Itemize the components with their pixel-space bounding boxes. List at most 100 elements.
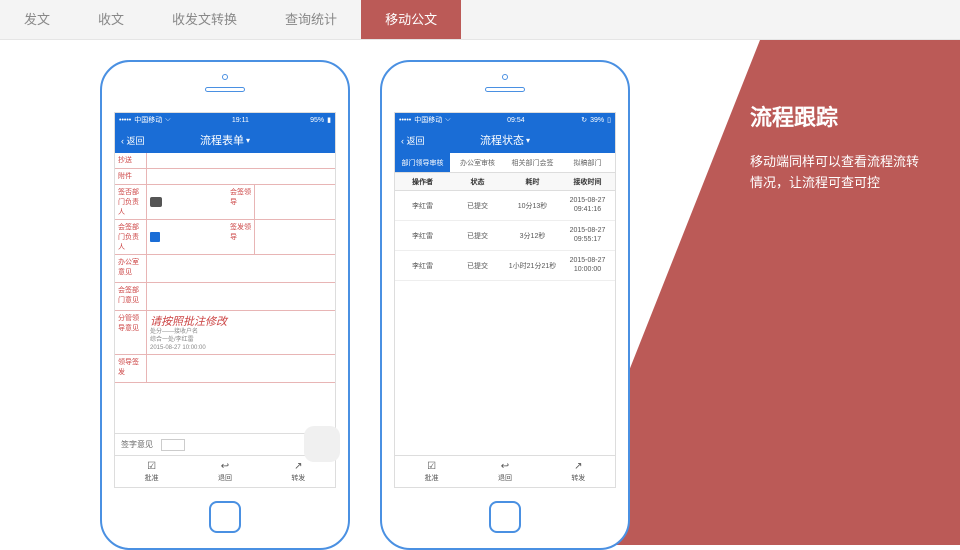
cell-st: 已提交 [450,221,505,250]
nav-header: ‹ 返回 流程状态 ▾ [395,127,615,153]
forward-button[interactable]: ↗转发 [291,461,305,483]
dropdown-icon[interactable] [150,197,162,207]
status-bar: ••••• 中国移动 ⌵ 09:54 ↻ 39% ▯ [395,113,615,127]
cell-attach[interactable] [147,169,335,184]
status-tab-cosign[interactable]: 相关部门会签 [505,153,560,173]
wifi-icon: ⌵ [165,116,170,124]
phone-mockups: ••••• 中国移动 ⌵ 19:11 95% ▮ ‹ 返回 流程表单 ▾ 抄送 … [100,60,630,550]
battery-icon: ▯ [607,116,611,124]
forward-button[interactable]: ↗转发 [571,461,585,483]
status-tab-office[interactable]: 办公室审核 [450,153,505,173]
home-button[interactable] [489,501,521,533]
nav-header: ‹ 返回 流程表单 ▾ [115,127,335,153]
cell-office[interactable] [147,255,335,282]
signal-icon: ••••• [399,117,411,124]
cell-st: 已提交 [450,191,505,220]
col-status: 状态 [450,173,505,190]
approve-button[interactable]: ☑批准 [145,461,159,483]
status-tab-draft[interactable]: 拟稿部门 [560,153,615,173]
label-cosign-opinion: 会签部门意见 [115,283,147,310]
tab-receive[interactable]: 收文 [74,0,148,39]
return-button[interactable]: ↩退回 [218,461,232,483]
tab-mobile[interactable]: 移动公文 [361,0,461,39]
bottom-bar: ☑批准 ↩退回 ↗转发 [395,455,615,487]
battery-pct: 95% [310,117,324,124]
table-row[interactable]: 李红雷 已提交 3分12秒 2015-08-2709:55:17 [395,221,615,251]
cell-st: 已提交 [450,251,505,280]
form-body[interactable]: 抄送 附件 签否部门负责人 会签领导 会签部门负责人 签发领导 办公室意见 会签… [115,153,335,433]
cell-leader-opinion[interactable]: 请按照批注修改 处分——接收户名 综合一处/李红雷 2015-08-27 10:… [147,311,335,354]
cell-cc[interactable] [147,153,335,168]
cell-op: 李红雷 [395,251,450,280]
return-icon: ↩ [501,461,509,472]
label-cosign-dept: 会签部门负责人 [115,220,147,254]
cell-issue-leader[interactable] [255,220,335,254]
assistive-touch-icon[interactable] [304,426,340,462]
label-leader-opinion: 分管领导意见 [115,311,147,354]
tab-query[interactable]: 查询统计 [261,0,361,39]
forward-label: 转发 [571,473,585,483]
handwriting-note: 请按照批注修改 [150,313,227,329]
sign-input[interactable] [161,439,185,451]
label-cc: 抄送 [115,153,147,168]
battery-pct: 39% [590,117,604,124]
cell-leader-issue[interactable] [147,355,335,382]
cell-time: 2015-08-2709:41:16 [560,191,615,220]
battery-icon: ▮ [327,116,331,124]
cell-dur: 3分12秒 [505,221,560,250]
status-time: 19:11 [232,117,249,124]
phone-speaker-icon [205,87,245,92]
status-tabs: 部门领导审核 办公室审核 相关部门会签 拟稿部门 [395,153,615,173]
phone1-screen: ••••• 中国移动 ⌵ 19:11 95% ▮ ‹ 返回 流程表单 ▾ 抄送 … [114,112,336,488]
col-operator: 操作者 [395,173,450,190]
wifi-icon: ⌵ [445,116,450,124]
feature-title: 流程跟踪 [750,100,930,132]
approve-button[interactable]: ☑批准 [425,461,439,483]
back-label: 返回 [407,136,425,146]
back-label: 返回 [127,136,145,146]
cell-time: 2015-08-2709:55:17 [560,221,615,250]
cell-sign-dept[interactable] [147,185,227,219]
home-button[interactable] [209,501,241,533]
back-button[interactable]: ‹ 返回 [121,134,145,147]
sign-row: 签字意见 [115,433,335,455]
carrier: 中国移动 [414,115,442,125]
label-cosign-leader: 会签领导 [227,185,255,219]
status-tab-dept[interactable]: 部门领导审核 [395,153,450,173]
nav-title: 流程表单 [200,132,244,148]
main-tabs: 发文 收文 收发文转换 查询统计 移动公文 [0,0,960,40]
label-sign-dept: 签否部门负责人 [115,185,147,219]
signal-icon: ••••• [119,117,131,124]
col-duration: 耗时 [505,173,560,190]
table-row[interactable]: 李红雷 已提交 1小时21分21秒 2015-08-2710:00:00 [395,251,615,281]
label-leader-issue: 领导签发 [115,355,147,382]
caret-down-icon[interactable]: ▾ [246,136,250,145]
cell-time: 2015-08-2710:00:00 [560,251,615,280]
forward-label: 转发 [291,473,305,483]
label-office: 办公室意见 [115,255,147,282]
nav-title: 流程状态 [480,132,524,148]
cell-op: 李红雷 [395,191,450,220]
cell-cosign-opinion[interactable] [147,283,335,310]
status-time: 09:54 [507,117,525,124]
cell-cosign-dept[interactable] [147,220,227,254]
sign-label: 签字意见 [121,439,153,450]
forward-icon: ↗ [294,461,302,472]
label-issue-leader: 签发领导 [227,220,255,254]
search-icon[interactable] [150,232,160,242]
status-bar: ••••• 中国移动 ⌵ 19:11 95% ▮ [115,113,335,127]
return-label: 退回 [498,473,512,483]
return-icon: ↩ [221,461,229,472]
return-label: 退回 [218,473,232,483]
caret-down-icon[interactable]: ▾ [526,136,530,145]
carrier: 中国移动 [134,115,162,125]
table-row[interactable]: 李红雷 已提交 10分13秒 2015-08-2709:41:16 [395,191,615,221]
table-header: 操作者 状态 耗时 接收时间 [395,173,615,191]
approve-label: 批准 [425,473,439,483]
tab-send[interactable]: 发文 [0,0,74,39]
tab-convert[interactable]: 收发文转换 [148,0,261,39]
cell-cosign-leader[interactable] [255,185,335,219]
forward-icon: ↗ [574,461,582,472]
return-button[interactable]: ↩退回 [498,461,512,483]
back-button[interactable]: ‹ 返回 [401,134,425,147]
